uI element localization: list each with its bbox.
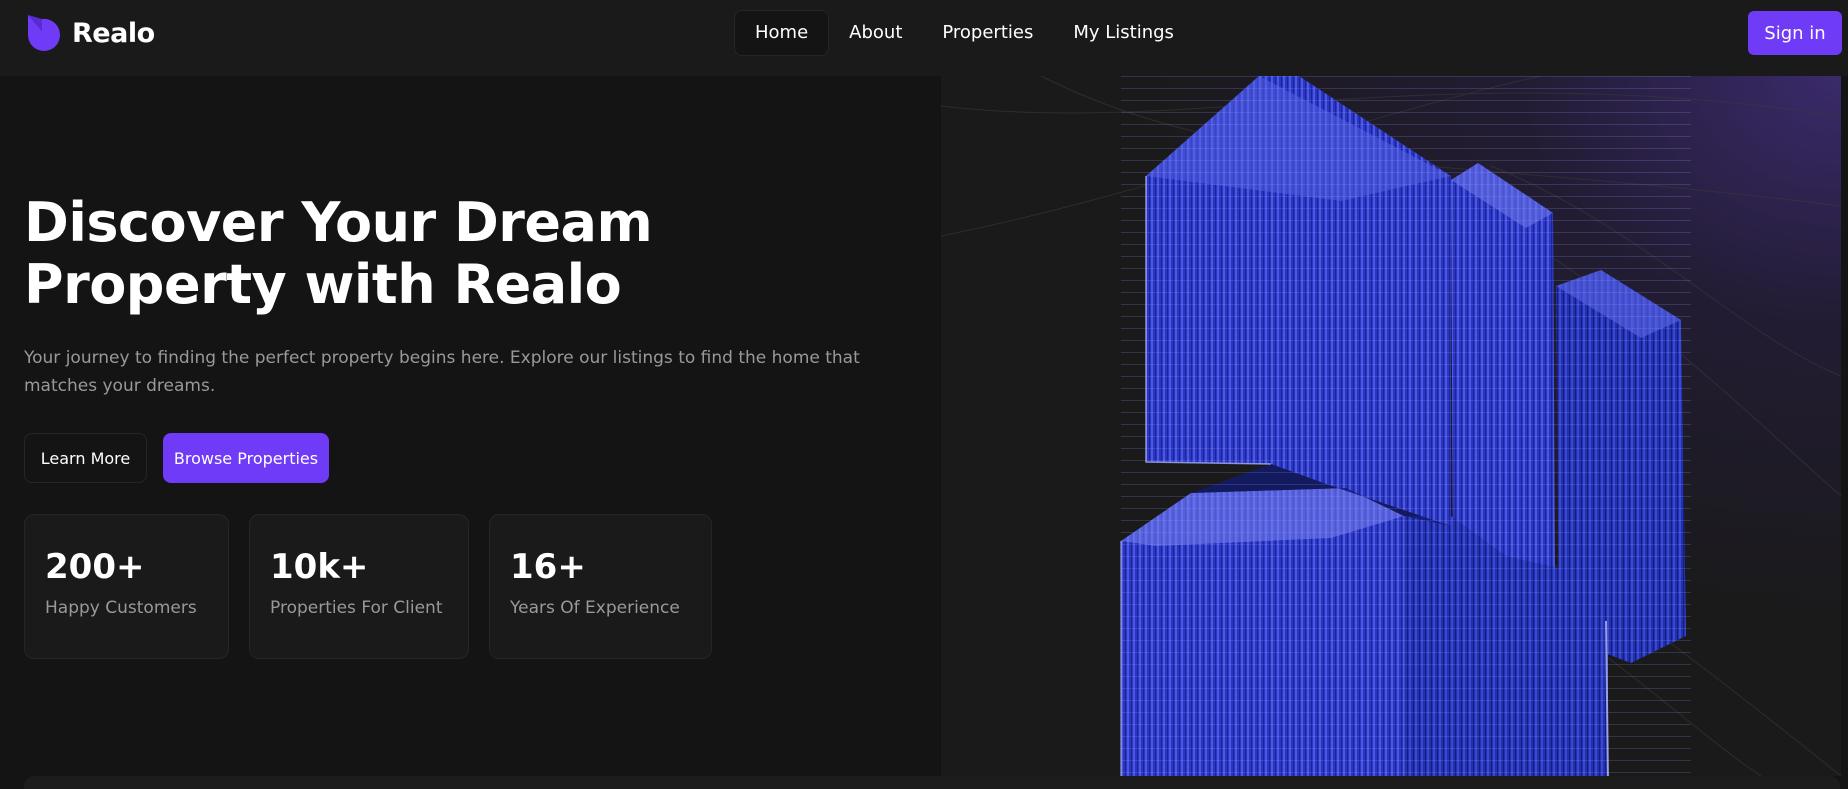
stat-value: 10k+ bbox=[270, 547, 369, 587]
nav-home[interactable]: Home bbox=[734, 10, 830, 56]
hero-content: Discover Your Dream Property with Realo … bbox=[0, 76, 941, 776]
hero-subtitle: Your journey to finding the perfect prop… bbox=[24, 348, 860, 396]
hero-title-line-2: Property with Realo bbox=[24, 253, 622, 316]
nav-about[interactable]: About bbox=[829, 10, 922, 56]
learn-more-button[interactable]: Learn More bbox=[24, 433, 147, 483]
realo-logo-icon bbox=[24, 13, 64, 53]
building-illustration bbox=[941, 76, 1841, 776]
stat-value: 16+ bbox=[510, 547, 586, 587]
stat-card-properties: 10k+ Properties For Client bbox=[249, 514, 469, 659]
hero-image bbox=[941, 76, 1841, 776]
main-nav: Home About Properties My Listings bbox=[734, 10, 1194, 56]
top-navbar: Realo Home About Properties My Listings … bbox=[0, 0, 1848, 76]
next-section-edge bbox=[24, 776, 1840, 789]
sign-in-button[interactable]: Sign in bbox=[1748, 11, 1842, 55]
stat-value: 200+ bbox=[45, 547, 145, 587]
logo[interactable]: Realo bbox=[24, 13, 155, 53]
browse-properties-button[interactable]: Browse Properties bbox=[163, 433, 329, 483]
stat-card-customers: 200+ Happy Customers bbox=[24, 514, 229, 659]
stat-label: Years Of Experience bbox=[510, 598, 680, 618]
logo-text: Realo bbox=[72, 17, 155, 49]
hero-title-line-1: Discover Your Dream bbox=[24, 191, 653, 254]
stat-label: Happy Customers bbox=[45, 598, 197, 618]
stat-card-experience: 16+ Years Of Experience bbox=[489, 514, 712, 659]
nav-properties[interactable]: Properties bbox=[922, 10, 1053, 56]
hero-title: Discover Your Dream Property with Realo bbox=[24, 192, 664, 316]
nav-my-listings[interactable]: My Listings bbox=[1053, 10, 1194, 56]
stat-label: Properties For Client bbox=[270, 598, 443, 618]
